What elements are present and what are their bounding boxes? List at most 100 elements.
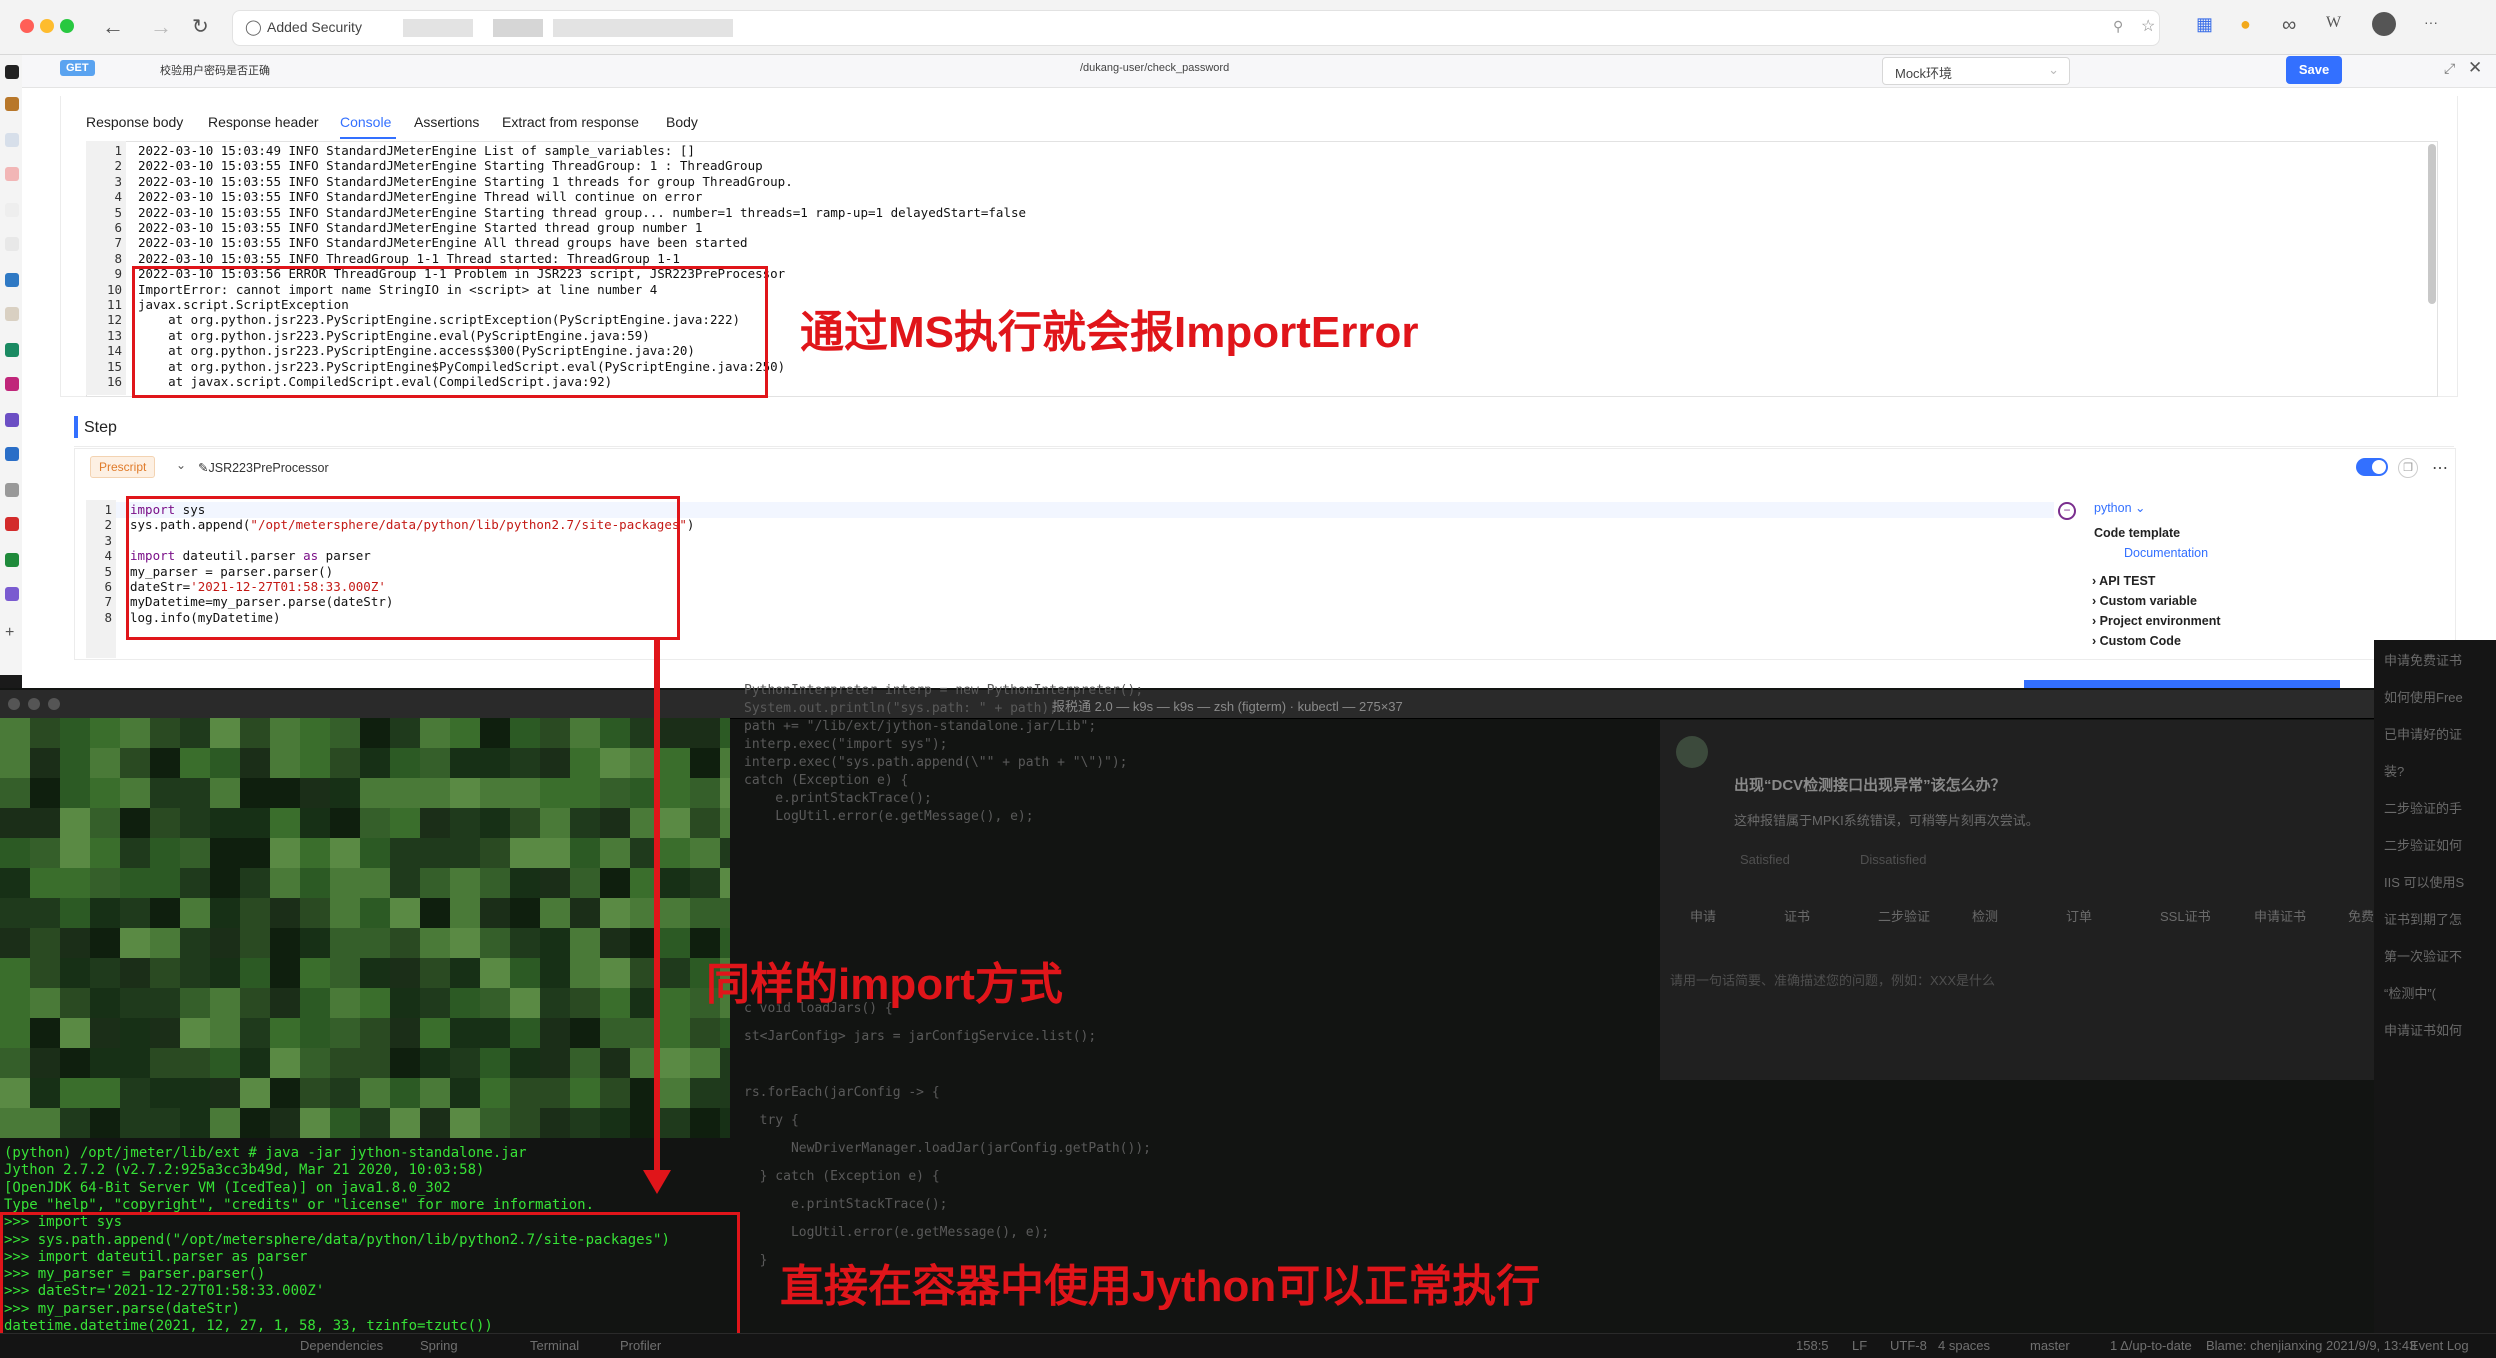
faq-item[interactable]: 如何使用Free [2384, 687, 2463, 706]
console-scrollbar[interactable] [2428, 144, 2436, 304]
status-item[interactable]: master [2030, 1338, 2070, 1353]
close-icon[interactable]: ✕ [2468, 58, 2482, 78]
reload-icon[interactable]: ↻ [192, 14, 209, 39]
app-icon[interactable] [5, 517, 19, 531]
bookmark-star-icon[interactable]: ☆ [2141, 16, 2155, 36]
app-icon[interactable] [5, 167, 19, 181]
app-icon[interactable] [5, 587, 19, 601]
app-icon[interactable] [5, 237, 19, 251]
category-tag[interactable]: 申请证书 [2254, 906, 2306, 925]
tab-response-body[interactable]: Response body [86, 114, 183, 130]
status-item[interactable]: Event Log [2410, 1338, 2469, 1353]
wikipedia-icon[interactable]: W [2326, 14, 2341, 32]
line-number: 8 [114, 250, 122, 266]
chevron-down-icon[interactable]: ⌄ [176, 458, 186, 472]
back-arrow-icon[interactable]: ← [102, 14, 124, 40]
minimize-window-button[interactable] [40, 19, 54, 33]
bitcoin-icon[interactable]: ● [2240, 14, 2251, 35]
maximize-window-button[interactable] [60, 19, 74, 33]
environment-select[interactable]: Mock环境 ⌄ [1882, 57, 2070, 85]
status-item[interactable]: 158:5 [1796, 1338, 1829, 1353]
faq-item[interactable]: 申请证书如何 [2384, 1020, 2462, 1039]
faq-item[interactable]: 二步验证如何 [2384, 835, 2462, 854]
app-icon[interactable] [5, 133, 19, 147]
faq-item[interactable]: 证书到期了怎 [2384, 909, 2462, 928]
faq-item[interactable]: IIS 可以使用S [2384, 872, 2464, 891]
tab-body[interactable]: Body [666, 114, 698, 130]
save-button[interactable]: Save [2286, 56, 2342, 84]
category-tag[interactable]: 证书 [1784, 906, 1810, 925]
faq-item[interactable]: 第一次验证不 [2384, 946, 2462, 965]
status-item[interactable]: Dependencies [300, 1338, 383, 1353]
dissatisfied-button[interactable]: Dissatisfied [1860, 852, 1926, 867]
app-icon[interactable] [5, 307, 19, 321]
app-icon[interactable] [5, 413, 19, 427]
status-item[interactable]: Blame: chenjianxing 2021/9/9, 13:43 [2206, 1338, 2416, 1353]
category-tag[interactable]: 订单 [2066, 906, 2092, 925]
mosaic-tile [660, 1048, 690, 1078]
language-select[interactable]: python ⌄ [2094, 500, 2146, 515]
app-icon[interactable] [5, 377, 19, 391]
satisfied-button[interactable]: Satisfied [1740, 852, 1790, 867]
status-item[interactable]: LF [1852, 1338, 1867, 1353]
sidebar-toggle-icon[interactable] [5, 65, 19, 79]
category-tag[interactable]: 检测 [1972, 906, 1998, 925]
collapse-icon[interactable]: − [2058, 502, 2076, 520]
avatar[interactable] [2372, 12, 2396, 36]
status-item[interactable]: 1 Δ/up-to-date [2110, 1338, 2192, 1353]
close-window-button[interactable] [20, 19, 34, 33]
app-icon[interactable] [5, 343, 19, 357]
status-item[interactable]: UTF-8 [1890, 1338, 1927, 1353]
more-icon[interactable]: ⋯ [2432, 458, 2448, 478]
expand-icon[interactable]: ⤢ [2444, 60, 2455, 77]
documentation-link[interactable]: Documentation [2124, 546, 2208, 560]
app-icon[interactable] [5, 97, 19, 111]
enable-toggle[interactable] [2356, 458, 2388, 476]
app-icon[interactable] [5, 447, 19, 461]
address-bar[interactable]: ◯ Added Security ⚲ ☆ [232, 10, 2160, 46]
translate-icon[interactable]: ▦ [2196, 14, 2213, 35]
status-item[interactable]: 4 spaces [1938, 1338, 1990, 1353]
faq-item[interactable]: 申请免费证书 [2384, 650, 2462, 669]
group-custom-variable[interactable]: › Custom variable [2092, 594, 2197, 608]
mosaic-tile [150, 1078, 180, 1108]
tab-response-header[interactable]: Response header [208, 114, 319, 130]
question-input[interactable]: 请用一句话简要、准确描述您的问题，例如：XXX是什么 [1670, 970, 1995, 989]
mosaic-tile [60, 1048, 90, 1078]
group-api-test[interactable]: › API TEST [2092, 574, 2155, 588]
tab-console[interactable]: Console [340, 114, 391, 130]
mosaic-tile [330, 718, 360, 748]
faq-item[interactable]: 已申请好的证 [2384, 724, 2462, 743]
more-icon[interactable]: ··· [2424, 14, 2438, 30]
key-icon[interactable]: ⚲ [2113, 18, 2123, 35]
group-custom-code[interactable]: › Custom Code [2092, 634, 2181, 648]
category-tag[interactable]: SSL证书 [2160, 906, 2211, 925]
tab-extract[interactable]: Extract from response [502, 114, 639, 130]
add-icon[interactable]: + [5, 625, 19, 641]
mosaic-tile [270, 1108, 300, 1138]
app-icon[interactable] [5, 203, 19, 217]
faq-item[interactable]: 二步验证的手 [2384, 798, 2462, 817]
category-tag[interactable]: 申请 [1690, 906, 1716, 925]
status-item[interactable]: Profiler [620, 1338, 661, 1353]
tab-assertions[interactable]: Assertions [414, 114, 479, 130]
maximize-window-button[interactable] [48, 698, 60, 710]
processor-name[interactable]: ✎JSR223PreProcessor [198, 460, 329, 475]
faq-item[interactable]: “检测中”( [2384, 983, 2436, 1002]
forward-arrow-icon[interactable]: → [150, 14, 172, 40]
close-window-button[interactable] [8, 698, 20, 710]
group-project-environment[interactable]: › Project environment [2092, 614, 2221, 628]
faq-item[interactable]: 装? [2384, 761, 2404, 780]
app-icon[interactable] [5, 273, 19, 287]
mosaic-tile [510, 898, 540, 928]
status-item[interactable]: Terminal [530, 1338, 579, 1353]
mosaic-tile [330, 778, 360, 808]
app-icon[interactable] [5, 483, 19, 497]
mosaic-tile [450, 958, 480, 988]
minimize-window-button[interactable] [28, 698, 40, 710]
category-tag[interactable]: 二步验证 [1878, 906, 1930, 925]
copy-icon[interactable]: ❐ [2398, 458, 2418, 478]
app-icon[interactable] [5, 553, 19, 567]
status-item[interactable]: Spring [420, 1338, 458, 1353]
infinity-icon[interactable]: ∞ [2282, 14, 2296, 37]
